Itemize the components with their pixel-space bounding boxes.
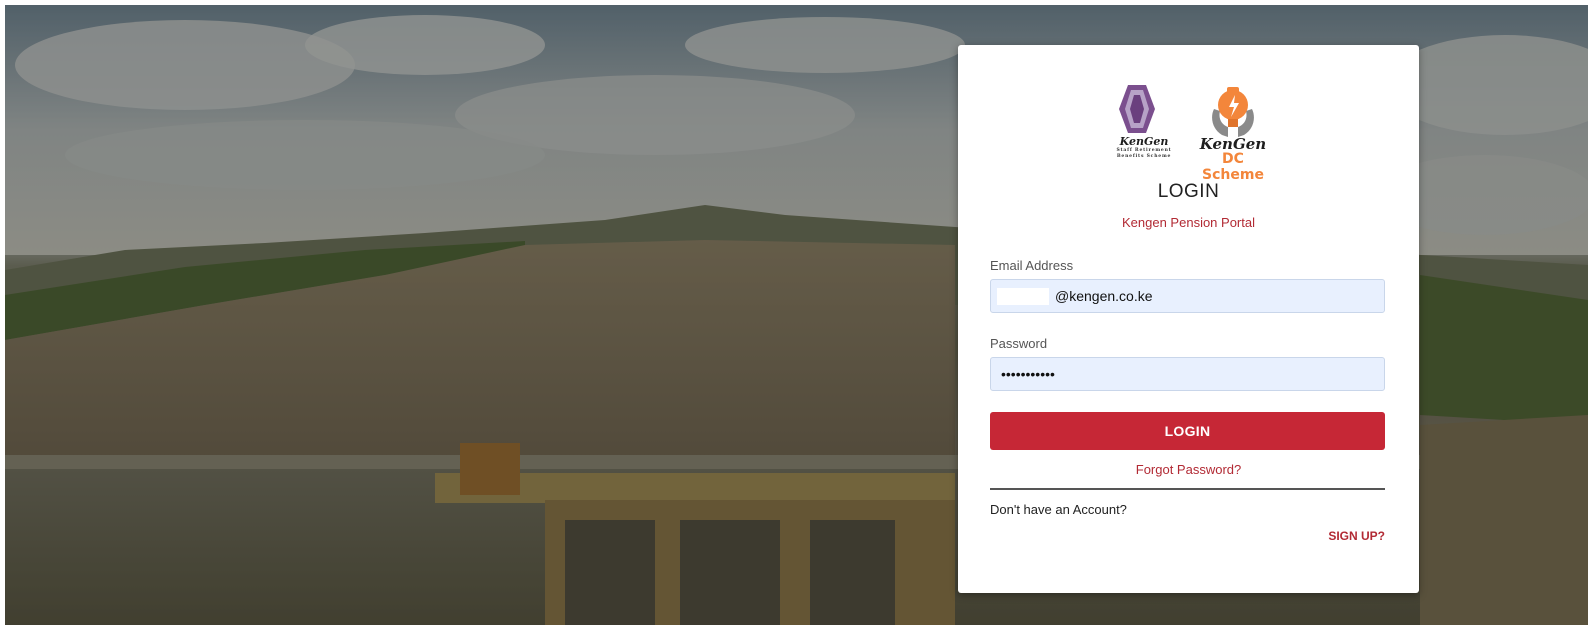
dc-sub: DC Scheme <box>1202 151 1264 183</box>
password-field-wrapper <box>990 357 1385 391</box>
email-field-wrapper <box>990 279 1385 313</box>
forgot-password-link[interactable]: Forgot Password? <box>958 462 1419 477</box>
portal-subtitle: Kengen Pension Portal <box>1122 215 1255 230</box>
dc-logo-text: KenGen DC Scheme <box>1192 135 1274 184</box>
srbs-sub-line2: Benefits Scheme <box>1116 154 1172 159</box>
no-account-text: Don't have an Account? <box>990 502 1127 517</box>
page-title: LOGIN <box>1157 181 1220 202</box>
email-field[interactable] <box>991 280 1384 312</box>
password-field[interactable] <box>991 358 1384 390</box>
srbs-logo-text: KenGen Staff Retirement Benefits Scheme <box>1104 135 1184 160</box>
login-page: KenGen Staff Retirement Benefits Scheme … <box>0 0 1588 628</box>
password-label: Password <box>990 336 1048 351</box>
login-button[interactable]: LOGIN <box>990 412 1385 450</box>
signup-link[interactable]: SIGN UP? <box>1285 529 1385 543</box>
login-card: KenGen Staff Retirement Benefits Scheme … <box>958 45 1419 593</box>
dc-brand: KenGen <box>1199 135 1267 153</box>
logos-row: KenGen Staff Retirement Benefits Scheme … <box>958 81 1419 183</box>
email-redacted-part <box>997 288 1049 305</box>
email-label: Email Address <box>990 258 1074 273</box>
divider <box>990 488 1385 490</box>
srbs-brand: KenGen <box>1119 135 1169 148</box>
